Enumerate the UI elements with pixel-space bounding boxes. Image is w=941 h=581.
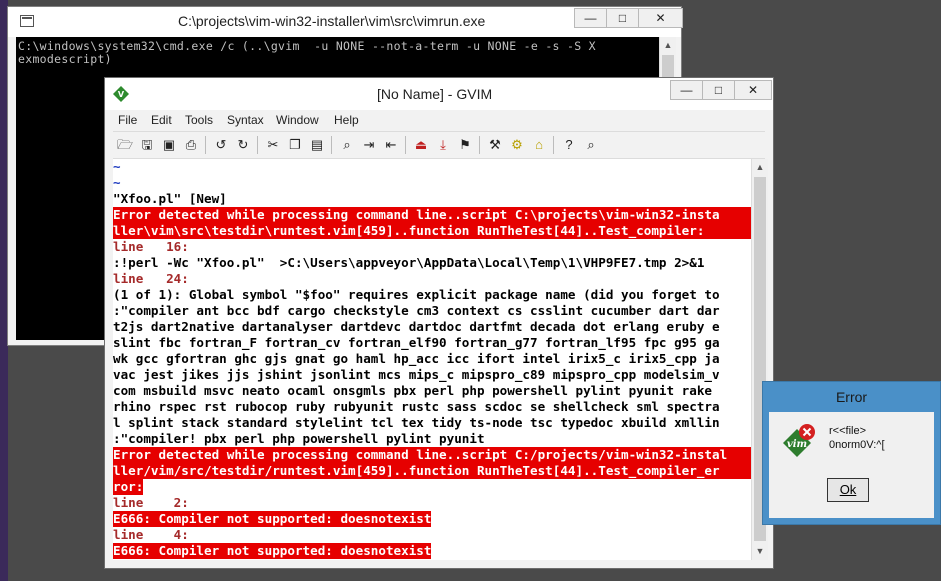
toolbar-separator <box>479 136 480 154</box>
cmd-line: exmodescript) <box>18 52 112 66</box>
undo-icon[interactable]: ↺ <box>212 136 230 154</box>
toolbar-separator <box>553 136 554 154</box>
error-message-line: Error detected while processing command … <box>113 207 751 223</box>
menu-bar: File Edit Tools Syntax Window Help <box>113 110 765 130</box>
gvim-maximize-button[interactable]: □ <box>702 80 735 100</box>
menu-syntax[interactable]: Syntax <box>227 113 264 127</box>
line-number-message: line 16: <box>113 239 189 254</box>
output-line: (1 of 1): Global symbol "$foo" requires … <box>113 287 720 302</box>
output-line: t2js dart2native dartanalyser dartdevc d… <box>113 319 720 334</box>
output-line: com msbuild msvc neato ocaml onsgmls pbx… <box>113 383 712 398</box>
output-line: :"compiler! pbx perl php powershell pyli… <box>113 431 485 446</box>
cmd-window-title: C:\projects\vim-win32-installer\vim\src\… <box>178 13 486 29</box>
paste-icon[interactable]: ▤ <box>308 136 326 154</box>
cmd-minimize-button[interactable]: — <box>574 8 607 28</box>
jump-tag-icon[interactable]: ⌂ <box>530 136 548 154</box>
find-help-icon[interactable]: ⌕ <box>582 136 600 154</box>
save-session-icon[interactable]: ⤓ <box>434 136 452 154</box>
line-number-message: line 4: <box>113 527 189 542</box>
cut-icon[interactable]: ✂ <box>264 136 282 154</box>
cmd-maximize-button[interactable]: □ <box>606 8 639 28</box>
output-line: vac jest jikes jjs jshint jsonlint mcs m… <box>113 367 720 382</box>
build-tags-icon[interactable]: ⚙ <box>508 136 526 154</box>
gvim-titlebar[interactable]: V [No Name] - GVIM — □ ✕ <box>105 78 773 110</box>
error-message-line: E666: Compiler not supported: doesnotexi… <box>113 543 432 559</box>
ok-button-label: Ok <box>839 482 857 497</box>
vim-error-icon: vim <box>783 424 815 457</box>
output-line: wk gcc gfortran ghc gjs gnat go haml hp_… <box>113 351 720 366</box>
gvim-close-button[interactable]: ✕ <box>734 80 772 100</box>
copy-icon[interactable]: ❐ <box>286 136 304 154</box>
menu-window[interactable]: Window <box>276 113 319 127</box>
output-line: slint fbc fortran_F fortran_cv fortran_e… <box>113 335 720 350</box>
ok-button[interactable]: Ok <box>827 478 869 502</box>
menu-tools[interactable]: Tools <box>185 113 213 127</box>
error-message-line: ror: <box>113 479 144 495</box>
open-icon[interactable]: 🗁 <box>116 136 134 154</box>
help-icon[interactable]: ? <box>560 136 578 154</box>
menu-file[interactable]: File <box>118 113 137 127</box>
gvim-window: V [No Name] - GVIM — □ ✕ File Edit Tools… <box>104 77 774 569</box>
error-dialog: Error vim r<<file> 0norm0V:^[ Ok <box>762 381 941 525</box>
output-line: l splint stack standard stylelint tcl te… <box>113 415 720 430</box>
toolbar: 🗁 🖫 ▣ ⎙ ↺ ↻ ✂ ❐ ▤ ⌕ ⇥ ⇤ ⏏ ⤓ ⚑ ⚒ ⚙ ⌂ ? ⌕ <box>113 131 765 159</box>
gvim-window-title: [No Name] - GVIM <box>377 86 493 102</box>
scroll-down-icon[interactable]: ▼ <box>752 543 768 559</box>
error-message-line: E666: Compiler not supported: doesnotexi… <box>113 511 432 527</box>
error-message-line: Error detected while processing command … <box>113 447 751 463</box>
replace-icon[interactable]: ⌕ <box>338 136 356 154</box>
cmd-close-button[interactable]: ✕ <box>638 8 683 28</box>
svg-text:vim: vim <box>787 439 807 450</box>
find-next-icon[interactable]: ⇥ <box>360 136 378 154</box>
toolbar-separator <box>257 136 258 154</box>
toolbar-separator <box>331 136 332 154</box>
output-line: rhino rspec rst rubocop ruby rubyunit ru… <box>113 399 720 414</box>
output-line: "Xfoo.pl" [New] <box>113 191 227 206</box>
svg-text:V: V <box>118 90 125 99</box>
error-dialog-body: vim r<<file> 0norm0V:^[ Ok <box>769 412 934 518</box>
output-line: :!perl -Wc "Xfoo.pl" >C:\Users\appveyor\… <box>113 255 705 270</box>
toolbar-separator <box>205 136 206 154</box>
empty-line-tilde: ~ <box>113 175 121 190</box>
toolbar-separator <box>405 136 406 154</box>
cmd-titlebar[interactable]: C:\projects\vim-win32-installer\vim\src\… <box>8 7 683 37</box>
save-icon[interactable]: 🖫 <box>138 136 156 154</box>
run-script-icon[interactable]: ⚑ <box>456 136 474 154</box>
print-icon[interactable]: ⎙ <box>182 136 200 154</box>
menu-help[interactable]: Help <box>334 113 359 127</box>
scroll-up-icon[interactable]: ▲ <box>660 37 676 53</box>
cmd-line: C:\windows\system32\cmd.exe /c (..\gvim … <box>18 39 596 53</box>
output-line: :"compiler ant bcc bdf cargo checkstyle … <box>113 303 720 318</box>
empty-line-tilde: ~ <box>113 159 121 174</box>
gvim-minimize-button[interactable]: — <box>670 80 703 100</box>
error-message: r<<file> 0norm0V:^[ <box>829 425 885 451</box>
load-session-icon[interactable]: ⏏ <box>412 136 430 154</box>
error-message-line: ller/vim/src/testdir/runtest.vim[459]..f… <box>113 463 751 479</box>
find-prev-icon[interactable]: ⇤ <box>382 136 400 154</box>
console-icon <box>20 15 34 27</box>
redo-icon[interactable]: ↻ <box>234 136 252 154</box>
make-icon[interactable]: ⚒ <box>486 136 504 154</box>
editor-area[interactable]: ~ ~ "Xfoo.pl" [New] Error detected while pr… <box>113 159 751 560</box>
line-number-message: line 24: <box>113 271 189 286</box>
menu-edit[interactable]: Edit <box>151 113 172 127</box>
scroll-up-icon[interactable]: ▲ <box>752 159 768 175</box>
line-number-message: line 2: <box>113 495 189 510</box>
vim-logo-icon: V <box>113 86 129 102</box>
save-all-icon[interactable]: ▣ <box>160 136 178 154</box>
error-message-line: ller\vim\src\testdir\runtest.vim[459]..f… <box>113 223 751 239</box>
error-dialog-title[interactable]: Error <box>763 382 940 412</box>
